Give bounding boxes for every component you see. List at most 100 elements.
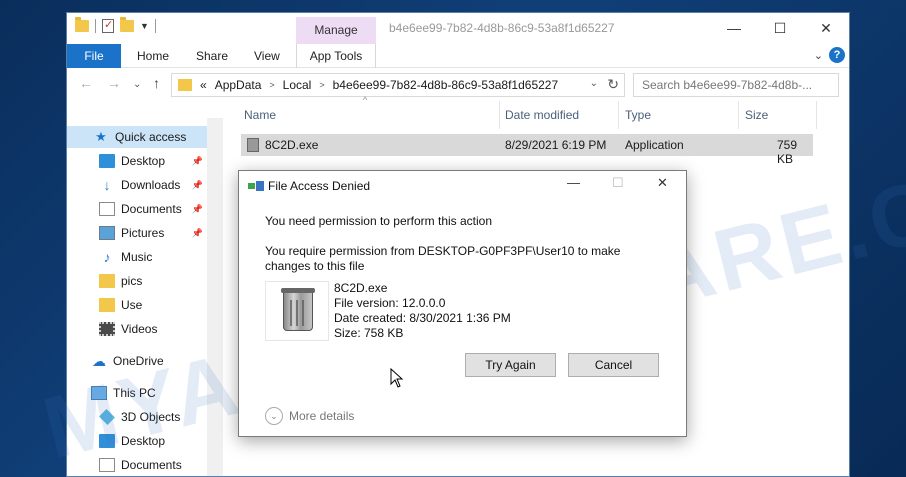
- desktop-icon: [99, 434, 115, 448]
- back-arrow-icon[interactable]: ←: [79, 75, 93, 91]
- breadcrumb-separator-icon[interactable]: >: [269, 80, 274, 90]
- file-transfer-icon: [248, 181, 264, 191]
- sidebar-item-label: Documents: [121, 458, 182, 472]
- sidebar-item-documents-pc[interactable]: Documents: [67, 454, 207, 476]
- sidebar-item-onedrive[interactable]: ☁ OneDrive: [67, 350, 207, 372]
- dialog-title-bar: File Access Denied — ☐ ✕: [239, 171, 686, 201]
- folder-icon: [178, 79, 192, 91]
- toolbar-separator: [95, 19, 96, 33]
- star-icon: ★: [95, 129, 107, 144]
- pin-icon: 📌: [191, 179, 203, 190]
- try-again-button[interactable]: Try Again: [465, 353, 556, 377]
- more-details-toggle[interactable]: ⌄ More details: [265, 407, 354, 425]
- dialog-maximize-button: ☐: [612, 175, 624, 190]
- tab-file[interactable]: File: [67, 44, 121, 68]
- sidebar-item-label: Downloads: [121, 178, 181, 192]
- sidebar-item-label: Documents: [121, 202, 182, 216]
- properties-icon[interactable]: [102, 18, 114, 33]
- folder-icon[interactable]: [75, 17, 89, 32]
- sidebar-item-desktop-pc[interactable]: Desktop: [67, 430, 207, 452]
- maximize-button[interactable]: ☐: [757, 13, 803, 43]
- chevron-down-icon: ⌄: [265, 407, 283, 425]
- sidebar-item-documents[interactable]: Documents 📌: [67, 198, 207, 220]
- window-controls: — ☐ ✕: [711, 13, 849, 43]
- column-header-date[interactable]: Date modified: [499, 101, 619, 129]
- navigation-pane: ★ Quick access Desktop 📌 ↓ Downloads 📌 D…: [67, 118, 207, 476]
- music-icon: ♪: [103, 249, 111, 265]
- manage-contextual-tab[interactable]: Manage: [296, 17, 376, 44]
- pc-icon: [91, 386, 107, 400]
- sidebar-item-use[interactable]: Use: [67, 294, 207, 316]
- dialog-minimize-button[interactable]: —: [567, 175, 580, 190]
- address-bar[interactable]: « AppData > Local > b4e6ee99-7b82-4d8b-8…: [171, 73, 625, 97]
- executable-file-icon: [247, 138, 259, 152]
- sidebar-item-pics[interactable]: pics: [67, 270, 207, 292]
- sidebar-item-label: 3D Objects: [121, 410, 181, 424]
- expand-ribbon-chevron-icon[interactable]: ⌄: [814, 49, 823, 62]
- tab-home[interactable]: Home: [137, 44, 169, 68]
- table-row[interactable]: 8C2D.exe 8/29/2021 6:19 PM Application 7…: [241, 134, 813, 166]
- sidebar-item-desktop[interactable]: Desktop 📌: [67, 150, 207, 172]
- file-size: 759 KB: [777, 138, 798, 166]
- toolbar-separator: [154, 19, 156, 33]
- customize-toolbar-chevron-icon[interactable]: ▼: [140, 21, 149, 31]
- column-header-size[interactable]: Size: [739, 101, 817, 129]
- folder-icon: [99, 298, 115, 312]
- up-arrow-icon[interactable]: ↑: [153, 75, 160, 91]
- file-type: Application: [625, 138, 684, 152]
- tab-view[interactable]: View: [254, 44, 280, 68]
- recent-locations-chevron-icon[interactable]: ⌄: [133, 79, 141, 90]
- pictures-icon: [99, 226, 115, 240]
- sidebar-item-label: Videos: [121, 322, 158, 336]
- new-folder-icon[interactable]: [120, 17, 134, 32]
- breadcrumb-separator-icon[interactable]: >: [319, 80, 324, 90]
- breadcrumb-appdata[interactable]: AppData: [215, 78, 262, 92]
- close-button[interactable]: ✕: [803, 13, 849, 43]
- sidebar-item-pictures[interactable]: Pictures 📌: [67, 222, 207, 244]
- window-title: b4e6ee99-7b82-4d8b-86c9-53a8f1d65227: [389, 21, 615, 35]
- recycle-bin-icon: [281, 288, 315, 331]
- dialog-title: File Access Denied: [268, 179, 371, 193]
- search-input[interactable]: Search b4e6ee99-7b82-4d8b-...: [633, 73, 839, 97]
- sidebar-item-music[interactable]: ♪ Music: [67, 246, 207, 268]
- pin-icon: 📌: [191, 227, 203, 238]
- videos-icon: [99, 322, 115, 336]
- address-dropdown-chevron-icon[interactable]: ⌄: [590, 78, 598, 89]
- dialog-file-name: 8C2D.exe: [334, 281, 388, 295]
- sidebar-item-label: Quick access: [115, 130, 187, 144]
- sidebar-item-label: Music: [121, 250, 153, 264]
- dialog-heading: You need permission to perform this acti…: [265, 214, 493, 228]
- refresh-icon[interactable]: ↻: [607, 76, 619, 93]
- sidebar-item-quick-access[interactable]: ★ Quick access: [67, 126, 207, 148]
- breadcrumb-local[interactable]: Local: [283, 78, 312, 92]
- tab-app-tools[interactable]: App Tools: [296, 44, 376, 68]
- file-date-modified: 8/29/2021 6:19 PM: [505, 138, 607, 152]
- sidebar-item-label: OneDrive: [113, 354, 164, 368]
- sidebar-item-this-pc[interactable]: This PC: [67, 382, 207, 404]
- tab-share[interactable]: Share: [196, 44, 228, 68]
- forward-arrow-icon[interactable]: →: [107, 75, 121, 91]
- sidebar-item-videos[interactable]: Videos: [67, 318, 207, 340]
- dialog-file-created: Date created: 8/30/2021 1:36 PM: [334, 311, 511, 325]
- document-icon: [99, 202, 115, 216]
- file-thumbnail: [265, 281, 329, 341]
- column-header-name[interactable]: Name: [238, 101, 500, 129]
- minimize-button[interactable]: —: [711, 13, 757, 43]
- breadcrumb-current-folder[interactable]: b4e6ee99-7b82-4d8b-86c9-53a8f1d65227: [333, 78, 559, 92]
- file-info: 8C2D.exe File version: 12.0.0.0 Date cre…: [334, 281, 511, 341]
- sidebar-item-3d-objects[interactable]: 3D Objects: [67, 406, 207, 428]
- dialog-close-button[interactable]: ✕: [657, 175, 668, 191]
- file-access-denied-dialog: File Access Denied — ☐ ✕ You need permis…: [238, 170, 687, 437]
- ribbon-tabs: File Home Share View App Tools ⌄ ?: [67, 44, 849, 68]
- sidebar-scrollbar[interactable]: [207, 118, 223, 476]
- sidebar-item-label: Use: [121, 298, 143, 312]
- pin-icon: 📌: [191, 155, 203, 166]
- cancel-button[interactable]: Cancel: [568, 353, 659, 377]
- dialog-file-version: File version: 12.0.0.0: [334, 296, 446, 310]
- column-header-type[interactable]: Type: [619, 101, 739, 129]
- sidebar-item-label: Pictures: [121, 226, 165, 240]
- help-icon[interactable]: ?: [829, 47, 845, 63]
- sidebar-item-downloads[interactable]: ↓ Downloads 📌: [67, 174, 207, 196]
- desktop-icon: [99, 154, 115, 168]
- breadcrumb-overflow[interactable]: «: [200, 78, 207, 92]
